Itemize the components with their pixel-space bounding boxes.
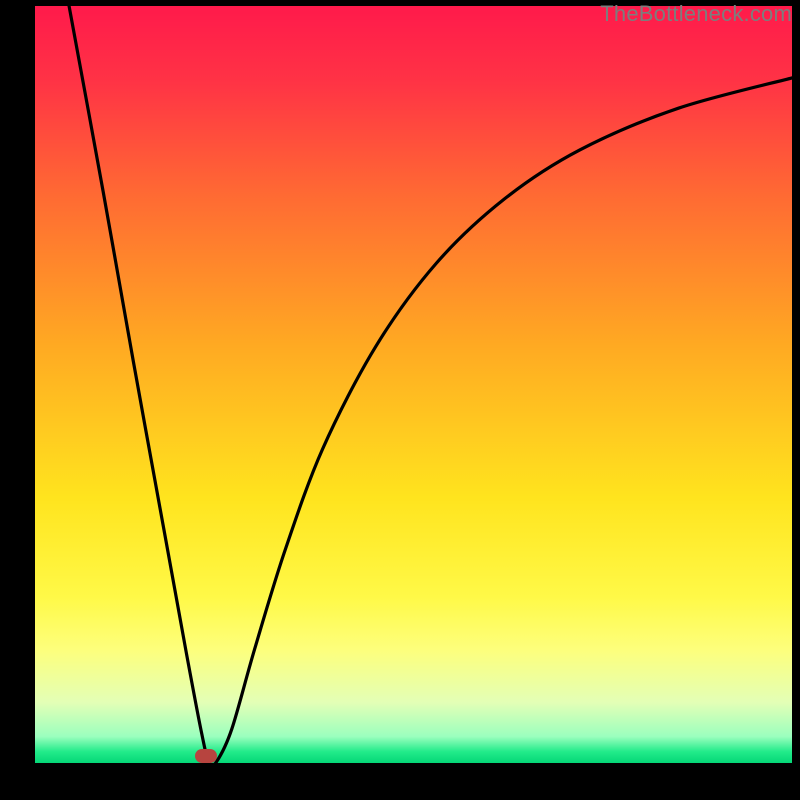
chart-frame [35,6,792,763]
watermark-text: TheBottleneck.com [600,1,792,27]
gradient-background [35,6,792,763]
optimal-point-marker [195,749,218,763]
bottleneck-plot [35,6,792,763]
